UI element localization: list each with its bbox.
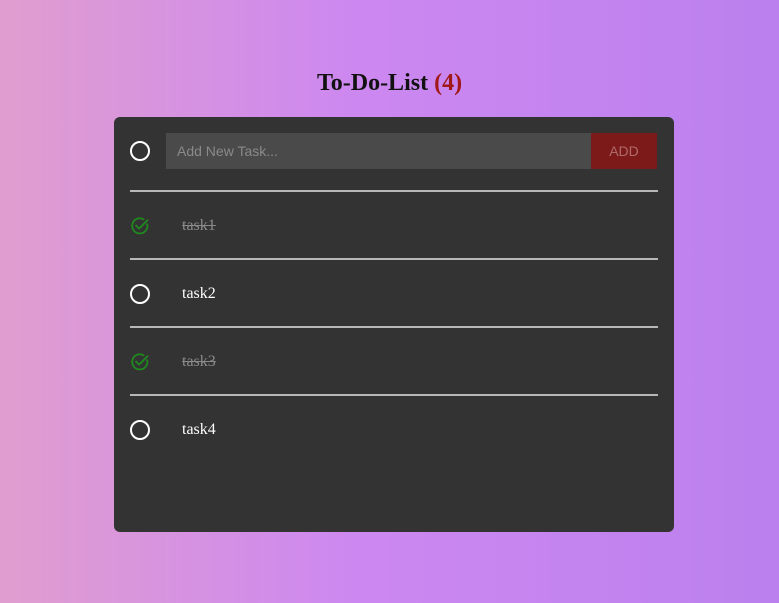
task-label: task4 [182,421,216,438]
circle-icon[interactable] [130,284,150,304]
task-item[interactable]: task4 [114,396,674,462]
task-item[interactable]: task1 [114,192,674,258]
toggle-all-circle-icon[interactable] [130,141,150,161]
task-label: task3 [182,353,216,370]
task-label: task2 [182,285,216,302]
add-task-button[interactable]: ADD [591,133,657,169]
new-task-row: ADD [114,117,674,191]
title-text: To-Do-List [316,70,429,96]
page-title: To-Do-List (4) [0,68,779,98]
check-circle-icon[interactable] [130,216,150,236]
todo-card: ADD task1 task2 task3 task4 [114,117,674,532]
task-item[interactable]: task3 [114,328,674,394]
task-label: task1 [182,217,216,234]
circle-icon[interactable] [130,420,150,440]
check-circle-icon[interactable] [130,352,150,372]
task-count: (4) [434,70,463,96]
task-item[interactable]: task2 [114,260,674,326]
new-task-input[interactable] [166,133,591,169]
